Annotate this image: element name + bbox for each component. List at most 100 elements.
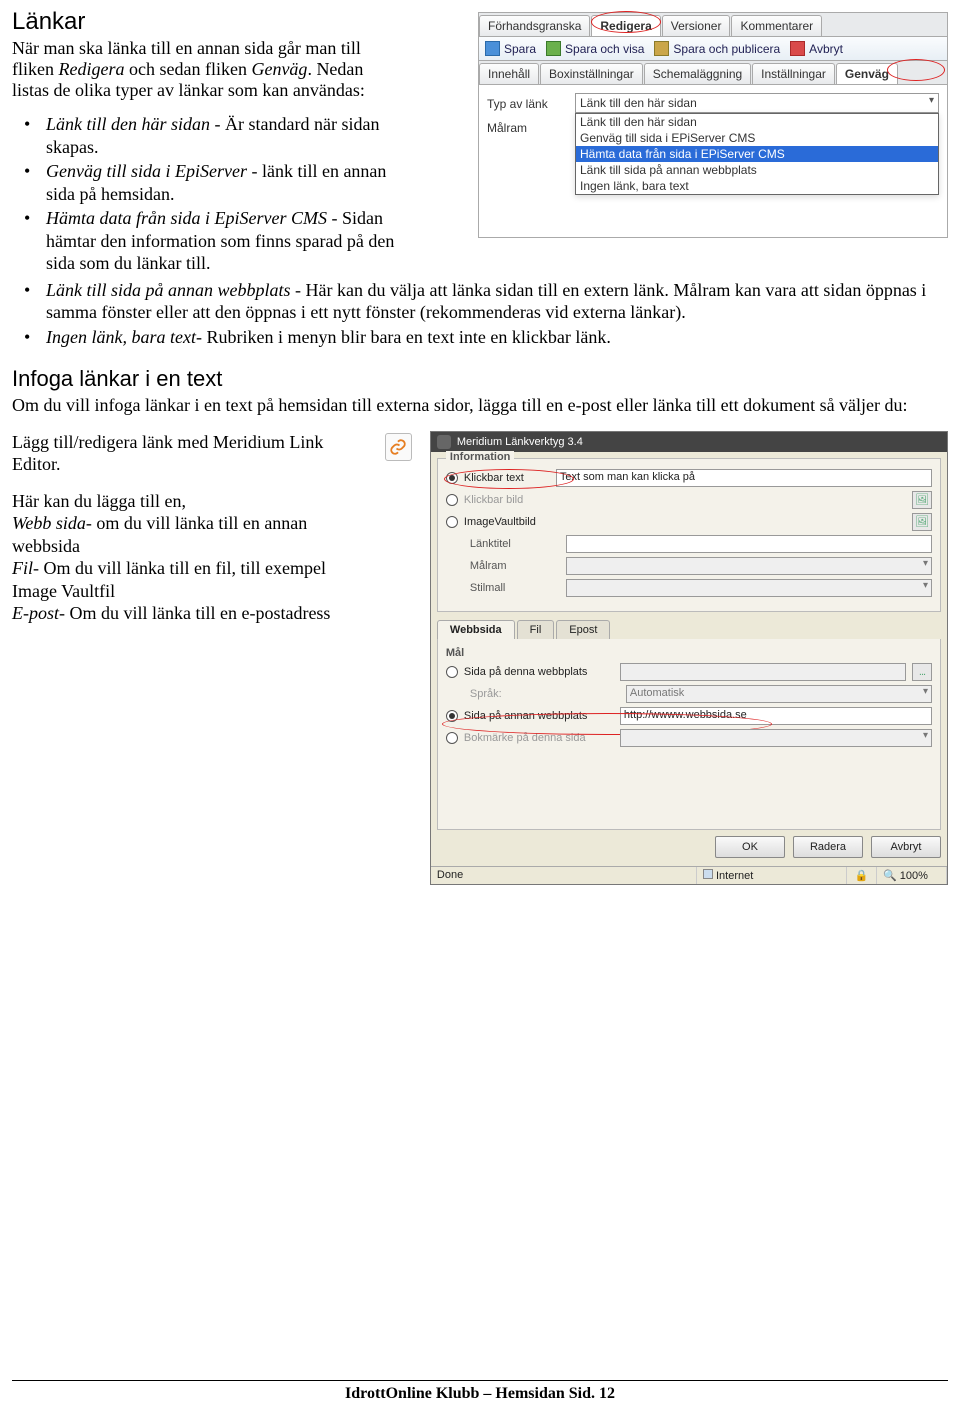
t: Spara och visa <box>565 42 644 56</box>
radio-klickbar-bild[interactable] <box>446 494 458 506</box>
page-footer: IdrottOnline Klubb – Hemsidan Sid. 12 <box>12 1380 948 1403</box>
label-sprak: Språk: <box>470 688 620 700</box>
radio-bokmarke[interactable] <box>446 732 458 744</box>
tab-fil[interactable]: Fil <box>517 620 555 639</box>
sub-tab-row: Innehåll Boxinställningar Schemaläggning… <box>479 61 947 85</box>
tab-forhandsgranska[interactable]: Förhandsgranska <box>479 15 590 36</box>
style-select[interactable] <box>566 579 932 597</box>
radio-imagevault[interactable] <box>446 516 458 528</box>
label-lanktitel: Länktitel <box>470 538 560 550</box>
tab-webbsida[interactable]: Webbsida <box>437 620 515 639</box>
intro-paragraph: När man ska länka till en annan sida går… <box>12 38 392 101</box>
t: och sedan fliken <box>124 59 251 79</box>
ok-button[interactable]: OK <box>715 836 785 858</box>
klickbar-text-input[interactable]: Text som man kan klicka på <box>556 469 932 487</box>
save-show-icon <box>546 41 561 56</box>
tab-kommentarer[interactable]: Kommentarer <box>731 15 822 36</box>
list-item: Länk till sida på annan webbplats - Här … <box>18 279 948 324</box>
t: Genväg till sida i EpiServer <box>46 161 247 181</box>
label-malram: Målram <box>487 119 567 135</box>
save-icon <box>485 41 500 56</box>
radio-sida-annan[interactable] <box>446 710 458 722</box>
episerver-screenshot: Förhandsgranska Redigera Versioner Komme… <box>478 12 948 238</box>
chain-link-icon <box>389 438 407 456</box>
select-value: Länk till den här sidan <box>575 93 939 113</box>
globe-icon <box>703 869 713 879</box>
heading-infoga: Infoga länkar i en text <box>12 366 948 392</box>
status-zone: Internet <box>697 867 847 884</box>
tab-boxinstallningar[interactable]: Boxinställningar <box>540 63 643 84</box>
mal-heading: Mål <box>446 647 932 659</box>
t: Spara och publicera <box>673 42 780 56</box>
tab-schemalaggning[interactable]: Schemaläggning <box>644 63 751 84</box>
t: Här kan du lägga till en, <box>12 491 186 511</box>
dialog-titlebar: Meridium Länkverktyg 3.4 <box>431 432 947 452</box>
t: Genväg <box>251 59 307 79</box>
link-editor-icon[interactable] <box>385 433 412 461</box>
link-types-paragraph: Här kan du lägga till en, Webb sida- om … <box>12 490 367 625</box>
status-lock: 🔒 <box>847 867 877 884</box>
list-item: Genväg till sida i EpiServer - länk till… <box>18 160 398 205</box>
save-show-button[interactable]: Spara och visa <box>546 41 644 56</box>
tab-epost[interactable]: Epost <box>556 620 610 639</box>
dialog-title: Meridium Länkverktyg 3.4 <box>457 436 583 448</box>
list-item: Hämta data från sida i EpiServer CMS - S… <box>18 207 398 275</box>
target-select[interactable] <box>566 557 932 575</box>
top-tab-row: Förhandsgranska Redigera Versioner Komme… <box>479 13 947 37</box>
t: Länk till den här sidan <box>46 114 210 134</box>
option[interactable]: Genväg till sida i EPiServer CMS <box>576 130 938 146</box>
label-typ-av-lank: Typ av länk <box>487 95 567 111</box>
delete-button[interactable]: Radera <box>793 836 863 858</box>
label-bokmarke: Bokmärke på denna sida <box>464 732 614 744</box>
bookmark-select[interactable] <box>620 729 932 747</box>
t: Internet <box>716 870 753 882</box>
t: - Om du vill länka till en fil, till exe… <box>12 558 326 601</box>
radio-sida-denna[interactable] <box>446 666 458 678</box>
option[interactable]: Ingen länk, bara text <box>576 178 938 194</box>
label-klickbar-text: Klickbar text <box>464 472 550 484</box>
tab-installningar[interactable]: Inställningar <box>752 63 835 84</box>
label-malram: Målram <box>470 560 560 572</box>
tab-redigera[interactable]: Redigera <box>591 15 660 36</box>
link-type-dropdown: Länk till den här sidan Genväg till sida… <box>575 113 939 195</box>
meridium-logo-icon <box>437 435 451 449</box>
external-url-input[interactable]: http://wwww.webbsida.se <box>620 707 932 725</box>
save-button[interactable]: Spara <box>485 41 536 56</box>
list-item: Ingen länk, bara text- Rubriken i menyn … <box>18 326 948 349</box>
image-picker-button[interactable]: 🖼 <box>912 491 932 509</box>
tab-genvag[interactable]: Genväg <box>836 63 898 84</box>
cancel-button[interactable]: Avbryt <box>790 41 843 56</box>
list-item: Länk till den här sidan - Är standard nä… <box>18 113 398 158</box>
sida-denna-input[interactable] <box>620 663 906 681</box>
t: E-post <box>12 603 59 623</box>
imagevault-picker-button[interactable]: 🖼 <box>912 513 932 531</box>
tab-innehall[interactable]: Innehåll <box>479 63 539 84</box>
heading-lankar: Länkar <box>12 8 392 36</box>
browse-button[interactable]: ... <box>912 663 932 681</box>
option[interactable]: Hämta data från sida i EPiServer CMS <box>576 146 938 162</box>
language-select[interactable]: Automatisk <box>626 685 932 703</box>
status-zoom[interactable]: 🔍 100% <box>877 867 947 884</box>
t: Redigera <box>59 59 125 79</box>
t: Avbryt <box>809 42 843 56</box>
meridium-dialog: Meridium Länkverktyg 3.4 Information Kli… <box>430 431 948 885</box>
link-type-select[interactable]: Länk till den här sidan Länk till den hä… <box>575 93 939 113</box>
t: Spara <box>504 42 536 56</box>
link-title-input[interactable] <box>566 535 932 553</box>
t: Fil <box>12 558 33 578</box>
option[interactable]: Länk till den här sidan <box>576 114 938 130</box>
tab-versioner[interactable]: Versioner <box>662 15 731 36</box>
toolbar: Spara Spara och visa Spara och publicera… <box>479 37 947 61</box>
t: - Rubriken i menyn blir bara en text int… <box>196 327 611 347</box>
save-publish-icon <box>654 41 669 56</box>
dialog-tabs: Webbsida Fil Epost <box>437 620 941 639</box>
cancel-icon <box>790 41 805 56</box>
option[interactable]: Länk till sida på annan webbplats <box>576 162 938 178</box>
save-publish-button[interactable]: Spara och publicera <box>654 41 780 56</box>
radio-klickbar-text[interactable] <box>446 472 458 484</box>
status-done: Done <box>431 867 697 884</box>
cancel-button[interactable]: Avbryt <box>871 836 941 858</box>
t: Hämta data från sida i EpiServer CMS <box>46 208 327 228</box>
group-information: Information <box>446 451 515 463</box>
label-stilmall: Stilmall <box>470 582 560 594</box>
